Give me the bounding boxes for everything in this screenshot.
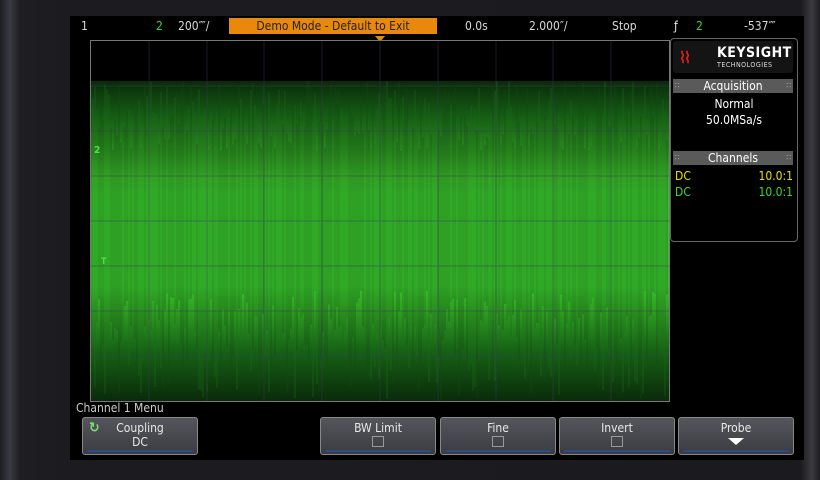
logo-name: KEYSIGHT: [717, 45, 792, 61]
waveform-svg: [91, 41, 669, 401]
logo-subtitle: TECHNOLOGIES: [717, 61, 773, 69]
down-arrow-icon: [728, 438, 744, 445]
trigger-edge-icon: ƒ: [674, 19, 678, 33]
grip-icon: ∷: [675, 153, 680, 162]
info-panel: ⌇⌇ KEYSIGHT TECHNOLOGIES ∷ Acquisition ∷…: [670, 38, 798, 242]
sample-rate: 50.0MSa/s: [705, 113, 763, 127]
rotate-arrows-icon: ↻: [89, 420, 100, 436]
softkey-underline: [683, 450, 789, 452]
invert-checkbox[interactable]: [611, 436, 623, 447]
scope-screen: 1 2 200⁗/ Demo Mode - Default to Exit 0.…: [70, 16, 804, 460]
fine-checkbox[interactable]: [492, 436, 504, 447]
fine-softkey[interactable]: Fine: [440, 417, 556, 455]
demo-mode-banner: Demo Mode - Default to Exit: [229, 18, 437, 34]
time-scale: 2.000″/: [529, 19, 568, 33]
invert-softkey[interactable]: Invert: [559, 417, 675, 455]
acquisition-mode: Normal: [714, 97, 754, 111]
grip-icon: ∷: [786, 81, 791, 90]
channels-title: Channels: [708, 151, 758, 165]
coupling-softkey[interactable]: ↻ Coupling DC: [82, 417, 198, 455]
softkey-underline: [87, 450, 193, 452]
coupling-label: Coupling: [116, 421, 164, 435]
channel-1-coupling: DC: [675, 169, 691, 183]
status-bar: 1 2 200⁗/ Demo Mode - Default to Exit 0.…: [70, 16, 804, 36]
fine-label: Fine: [487, 421, 509, 435]
trigger-source: 2: [696, 19, 703, 33]
keysight-logo: ⌇⌇ KEYSIGHT TECHNOLOGIES: [673, 41, 793, 73]
channel-2-ground-marker: 2: [94, 145, 101, 156]
probe-label: Probe: [720, 421, 752, 435]
coupling-value: DC: [132, 435, 148, 449]
run-state: Stop: [612, 19, 637, 33]
grip-icon: ∷: [786, 153, 791, 162]
acquisition-header[interactable]: ∷ Acquisition ∷: [673, 79, 793, 93]
softkey-underline: [564, 450, 670, 452]
waveform-display[interactable]: 2 T: [90, 40, 670, 402]
grip-icon: ∷: [675, 81, 680, 90]
channel-1-indicator[interactable]: 1: [81, 19, 88, 33]
bw-limit-checkbox[interactable]: [372, 436, 384, 447]
trigger-level-marker: T: [101, 257, 107, 267]
trigger-level: -537⁗: [744, 19, 776, 33]
channel-2-coupling: DC: [675, 185, 691, 199]
probe-softkey[interactable]: Probe: [678, 417, 794, 455]
time-delay: 0.0s: [465, 19, 488, 33]
channels-header[interactable]: ∷ Channels ∷: [673, 151, 793, 165]
keysight-wave-logo-icon: ⌇⌇: [679, 48, 691, 67]
channel-2-probe: 10.0:1: [758, 185, 793, 199]
channel-2-scale: 200⁗/: [178, 19, 210, 33]
softkey-underline: [445, 450, 551, 452]
invert-label: Invert: [601, 421, 633, 435]
acquisition-title: Acquisition: [703, 79, 763, 93]
channel-2-indicator[interactable]: 2: [156, 19, 163, 33]
bw-limit-label: BW Limit: [354, 421, 402, 435]
menu-title: Channel 1 Menu: [76, 401, 164, 415]
softkey-underline: [325, 450, 431, 452]
bw-limit-softkey[interactable]: BW Limit: [320, 417, 436, 455]
channel-1-probe: 10.0:1: [758, 169, 793, 183]
